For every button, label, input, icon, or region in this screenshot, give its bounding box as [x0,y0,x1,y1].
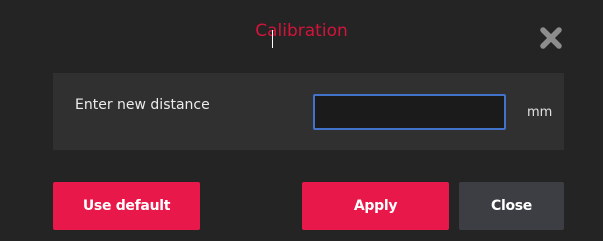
use-default-button[interactable]: Use default [53,182,200,230]
dialog-title: Calibration [255,21,348,41]
text-caret [272,30,273,48]
calibration-dialog: Calibration Enter new distance mm Use de… [0,0,603,241]
close-icon[interactable] [539,26,563,50]
apply-button[interactable]: Apply [302,182,449,230]
distance-input[interactable] [313,94,506,130]
distance-panel: Enter new distance mm [53,73,564,150]
close-icon-glyph [540,27,562,49]
unit-label: mm [527,105,553,120]
distance-label: Enter new distance [75,97,210,113]
close-button[interactable]: Close [459,182,564,230]
